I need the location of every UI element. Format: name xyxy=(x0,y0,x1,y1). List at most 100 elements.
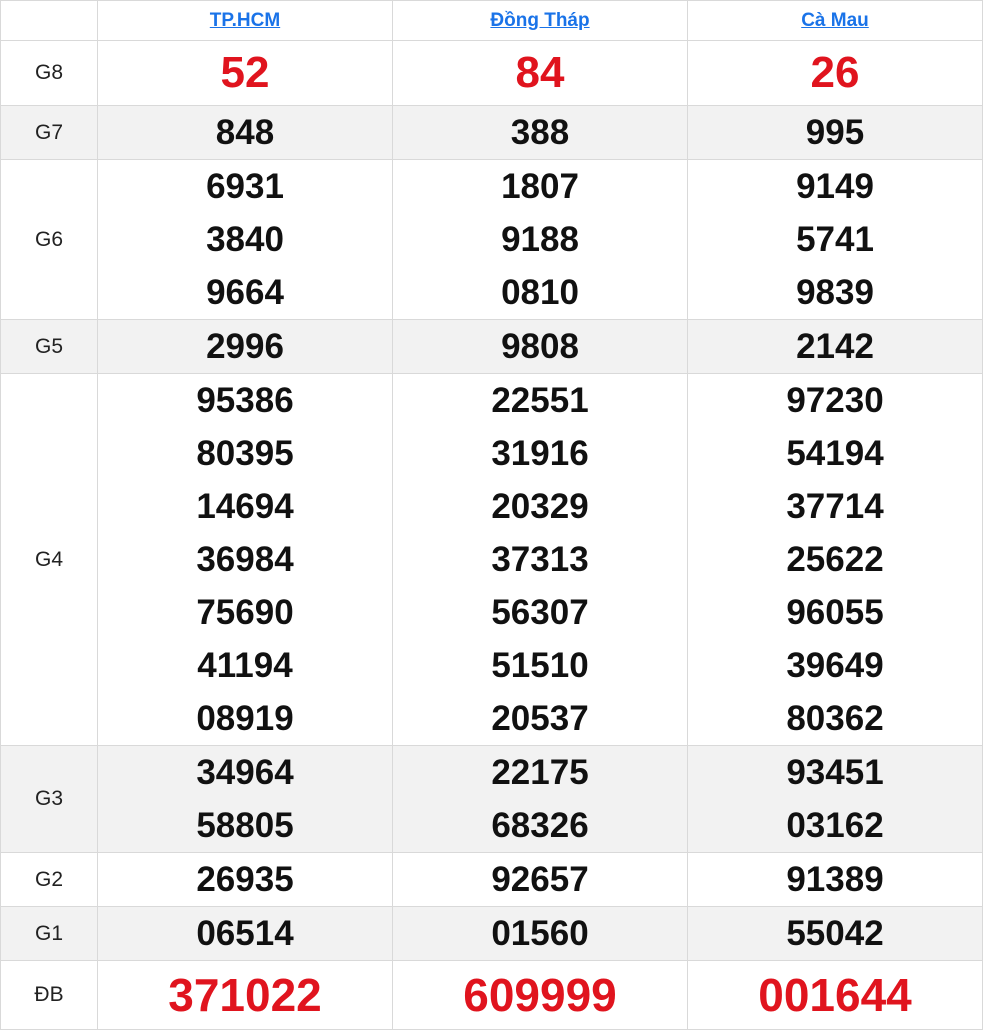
header-cell: Cà Mau xyxy=(687,0,983,41)
prize-row-g7: G7 848 388 995 xyxy=(0,105,983,160)
prize-number: 58805 xyxy=(196,806,294,845)
prize-cell: 22175 68326 xyxy=(392,745,688,853)
prize-number: 2996 xyxy=(206,327,284,366)
prize-row-g1: G1 06514 01560 55042 xyxy=(0,906,983,961)
prize-number: 56307 xyxy=(491,593,589,632)
prize-number: 9188 xyxy=(501,220,579,259)
prize-number: 25622 xyxy=(786,540,884,579)
province-link-dong-thap[interactable]: Đồng Tháp xyxy=(490,10,589,31)
prize-cell: 34964 58805 xyxy=(97,745,393,853)
prize-number: 388 xyxy=(510,113,570,152)
prize-cell: 9149 5741 9839 xyxy=(687,159,983,320)
prize-row-g2: G2 26935 92657 91389 xyxy=(0,852,983,907)
prize-label: ĐB xyxy=(0,960,98,1030)
province-link-tphcm[interactable]: TP.HCM xyxy=(210,10,280,31)
prize-number: 22175 xyxy=(491,753,589,792)
header-corner xyxy=(0,0,98,41)
prize-number: 80395 xyxy=(196,434,294,473)
prize-number: 31916 xyxy=(491,434,589,473)
prize-cell: 92657 xyxy=(392,852,688,907)
prize-number: 26 xyxy=(810,48,860,97)
prize-number: 995 xyxy=(805,113,865,152)
special-prize-number: 371022 xyxy=(168,969,322,1021)
prize-label: G7 xyxy=(0,105,98,160)
prize-number: 848 xyxy=(215,113,275,152)
prize-label: G2 xyxy=(0,852,98,907)
prize-row-g3: G3 34964 58805 22175 68326 93451 03162 xyxy=(0,745,983,853)
prize-number: 97230 xyxy=(786,381,884,420)
prize-number: 96055 xyxy=(786,593,884,632)
prize-number: 37313 xyxy=(491,540,589,579)
prize-number: 68326 xyxy=(491,806,589,845)
prize-cell: 55042 xyxy=(687,906,983,961)
prize-cell: 91389 xyxy=(687,852,983,907)
prize-cell: 95386 80395 14694 36984 75690 41194 0891… xyxy=(97,373,393,746)
prize-number: 93451 xyxy=(786,753,884,792)
prize-number: 37714 xyxy=(786,487,884,526)
prize-row-g4: G4 95386 80395 14694 36984 75690 41194 0… xyxy=(0,373,983,746)
prize-number: 9808 xyxy=(501,327,579,366)
prize-label: G3 xyxy=(0,745,98,853)
prize-label: G5 xyxy=(0,319,98,374)
prize-cell: 1807 9188 0810 xyxy=(392,159,688,320)
prize-number: 9839 xyxy=(796,273,874,312)
prize-number: 36984 xyxy=(196,540,294,579)
prize-number: 51510 xyxy=(491,646,589,685)
prize-number: 9664 xyxy=(206,273,284,312)
prize-label: G4 xyxy=(0,373,98,746)
prize-row-g8: G8 52 84 26 xyxy=(0,40,983,106)
prize-number: 03162 xyxy=(786,806,884,845)
prize-cell: 84 xyxy=(392,40,688,106)
special-prize-number: 609999 xyxy=(463,969,617,1021)
header-row: TP.HCM Đồng Tháp Cà Mau xyxy=(0,0,983,41)
prize-cell: 2142 xyxy=(687,319,983,374)
prize-number: 1807 xyxy=(501,167,579,206)
prize-number: 91389 xyxy=(786,860,884,899)
prize-cell: 26935 xyxy=(97,852,393,907)
header-cell: Đồng Tháp xyxy=(392,0,688,41)
prize-cell: 93451 03162 xyxy=(687,745,983,853)
prize-number: 52 xyxy=(220,48,270,97)
prize-number: 95386 xyxy=(196,381,294,420)
prize-cell: 06514 xyxy=(97,906,393,961)
prize-row-g6: G6 6931 3840 9664 1807 9188 0810 9149 57… xyxy=(0,159,983,320)
prize-cell: 22551 31916 20329 37313 56307 51510 2053… xyxy=(392,373,688,746)
prize-number: 41194 xyxy=(197,646,293,685)
prize-number: 14694 xyxy=(196,487,294,526)
prize-cell: 52 xyxy=(97,40,393,106)
prize-row-special: ĐB 371022 609999 001644 xyxy=(0,960,983,1030)
prize-number: 26935 xyxy=(196,860,294,899)
prize-cell: 848 xyxy=(97,105,393,160)
prize-number: 6931 xyxy=(206,167,284,206)
prize-number: 2142 xyxy=(796,327,874,366)
prize-number: 84 xyxy=(515,48,565,97)
prize-cell: 995 xyxy=(687,105,983,160)
prize-number: 55042 xyxy=(786,914,884,953)
prize-number: 0810 xyxy=(501,273,579,312)
header-cell: TP.HCM xyxy=(97,0,393,41)
prize-label: G1 xyxy=(0,906,98,961)
prize-label: G6 xyxy=(0,159,98,320)
prize-number: 06514 xyxy=(196,914,294,953)
special-prize-number: 001644 xyxy=(758,969,912,1021)
prize-number: 54194 xyxy=(786,434,884,473)
prize-number: 80362 xyxy=(786,699,884,738)
prize-cell: 01560 xyxy=(392,906,688,961)
prize-number: 01560 xyxy=(491,914,589,953)
prize-cell: 001644 xyxy=(687,960,983,1030)
prize-number: 34964 xyxy=(196,753,294,792)
prize-cell: 9808 xyxy=(392,319,688,374)
lottery-results-table: TP.HCM Đồng Tháp Cà Mau G8 52 84 26 G7 8… xyxy=(0,0,983,1030)
prize-number: 75690 xyxy=(196,593,294,632)
prize-number: 08919 xyxy=(196,699,294,738)
prize-number: 92657 xyxy=(491,860,589,899)
prize-number: 9149 xyxy=(796,167,874,206)
prize-cell: 388 xyxy=(392,105,688,160)
prize-label: G8 xyxy=(0,40,98,106)
prize-cell: 371022 xyxy=(97,960,393,1030)
prize-number: 20537 xyxy=(491,699,589,738)
prize-cell: 97230 54194 37714 25622 96055 39649 8036… xyxy=(687,373,983,746)
prize-number: 5741 xyxy=(796,220,874,259)
province-link-ca-mau[interactable]: Cà Mau xyxy=(801,10,869,31)
prize-number: 3840 xyxy=(206,220,284,259)
